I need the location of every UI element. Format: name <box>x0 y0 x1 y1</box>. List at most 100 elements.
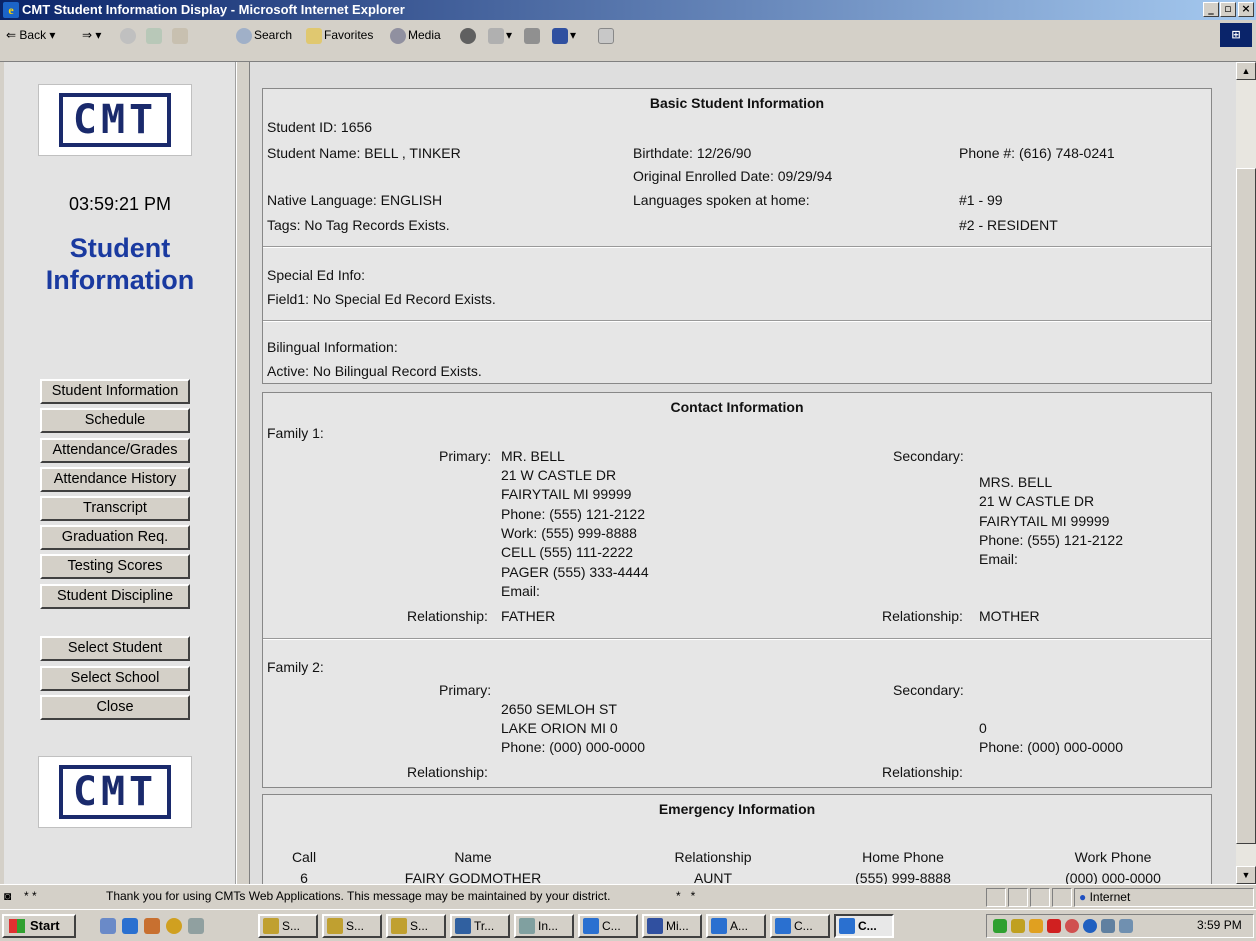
nav-testing-scores[interactable]: Testing Scores <box>40 554 190 579</box>
secondary-phone-2: Phone: (000) 000-0000 <box>979 739 1123 755</box>
phone: Phone #: (616) 748-0241 <box>959 145 1115 161</box>
secondary-label-2: Secondary: <box>893 682 964 698</box>
maximize-button[interactable]: ▫ <box>1220 2 1236 17</box>
stop-icon[interactable] <box>120 24 138 46</box>
task-button[interactable]: Mi... <box>642 914 702 938</box>
nav-graduation-req[interactable]: Graduation Req. <box>40 525 190 550</box>
cmt-logo: CMT <box>38 84 192 156</box>
task-button[interactable]: In... <box>514 914 574 938</box>
start-button[interactable]: Start <box>2 914 76 938</box>
secondary-relationship-label: Relationship: <box>882 608 963 624</box>
tags: Tags: No Tag Records Exists. <box>267 217 450 233</box>
refresh-icon[interactable] <box>146 24 164 46</box>
secondary-address: 21 W CASTLE DR <box>979 493 1095 509</box>
task-button[interactable]: C... <box>578 914 638 938</box>
windows-flag-icon <box>9 919 25 933</box>
quicklaunch-icon[interactable] <box>100 918 116 934</box>
row-work-phone: (000) 000-0000 <box>1065 870 1161 884</box>
media-player-icon[interactable] <box>166 918 182 934</box>
nav-attendance-grades[interactable]: Attendance/Grades <box>40 438 190 463</box>
secondary-label: Secondary: <box>893 448 964 464</box>
student-name: Student Name: BELL , TINKER <box>267 145 461 161</box>
browser-toolbar: ⇐ Back ▾ ⇒ ▾ Search Favorites Media ▾ ▾ … <box>0 20 1256 62</box>
primary-relationship-label: Relationship: <box>407 608 488 624</box>
contact-info-panel: Contact Information Family 1: Primary: M… <box>262 392 1212 788</box>
minimize-button[interactable]: _ <box>1203 2 1219 17</box>
window-title-bar[interactable]: e CMT Student Information Display - Micr… <box>0 0 1256 20</box>
task-button[interactable]: C... <box>770 914 830 938</box>
family-2-label: Family 2: <box>267 659 324 675</box>
vertical-scrollbar[interactable]: ▲ ▼ <box>1236 62 1256 884</box>
task-button[interactable]: S... <box>386 914 446 938</box>
nav-attendance-history[interactable]: Attendance History <box>40 467 190 492</box>
task-button[interactable]: S... <box>322 914 382 938</box>
mail-icon[interactable]: ▾ <box>488 24 512 46</box>
primary-address: 21 W CASTLE DR <box>501 467 617 483</box>
forward-arrow-icon: ⇒ ▾ <box>82 28 102 42</box>
media-icon <box>390 27 406 44</box>
frame-divider[interactable] <box>236 62 250 884</box>
scroll-down-button[interactable]: ▼ <box>1236 866 1256 884</box>
media-button[interactable]: Media <box>390 24 441 46</box>
tray-icon[interactable] <box>1011 919 1025 933</box>
discuss-icon[interactable] <box>598 24 616 46</box>
cmt-logo-bottom: CMT <box>38 756 192 828</box>
primary-city-2: LAKE ORION MI 0 <box>501 720 618 736</box>
tray-icon[interactable] <box>1047 919 1061 933</box>
back-button[interactable]: ⇐ Back ▾ <box>6 24 55 46</box>
taskbar: Start S... S... S... Tr... In... C... Mi… <box>0 909 1256 941</box>
search-button[interactable]: Search <box>236 24 292 46</box>
enrolled-date: Original Enrolled Date: 09/29/94 <box>633 168 833 184</box>
ie-quicklaunch-icon[interactable] <box>122 918 138 934</box>
status-message: Thank you for using CMTs Web Application… <box>106 889 611 903</box>
primary-label-2: Primary: <box>439 682 492 698</box>
secondary-relationship: MOTHER <box>979 608 1040 624</box>
select-school-button[interactable]: Select School <box>40 666 190 691</box>
native-language: Native Language: ENGLISH <box>267 192 443 208</box>
history-icon[interactable] <box>460 24 478 46</box>
nav-schedule[interactable]: Schedule <box>40 408 190 433</box>
tray-icon[interactable] <box>1029 919 1043 933</box>
tray-icon[interactable] <box>993 919 1007 933</box>
nav-transcript[interactable]: Transcript <box>40 496 190 521</box>
tray-icon[interactable] <box>1101 919 1115 933</box>
special-ed-label: Special Ed Info: <box>267 267 366 283</box>
secondary-city: FAIRYTAIL MI 99999 <box>979 513 1110 529</box>
tray-icon[interactable] <box>1083 919 1097 933</box>
task-button[interactable]: S... <box>258 914 318 938</box>
col-relationship: Relationship <box>674 849 752 865</box>
primary-pager: PAGER (555) 333-4444 <box>501 564 649 580</box>
col-name: Name <box>454 849 492 865</box>
primary-label: Primary: <box>439 448 492 464</box>
scroll-up-button[interactable]: ▲ <box>1236 62 1256 80</box>
main-content: Basic Student Information Student ID: 16… <box>250 62 1236 884</box>
task-button[interactable]: Tr... <box>450 914 510 938</box>
close-button[interactable]: Close <box>40 695 190 720</box>
secondary-relationship-label-2: Relationship: <box>882 764 963 780</box>
select-student-button[interactable]: Select Student <box>40 636 190 661</box>
status-segment <box>1052 888 1072 907</box>
word-icon[interactable]: ▾ <box>552 24 576 46</box>
outlook-icon[interactable] <box>144 918 160 934</box>
favorites-button[interactable]: Favorites <box>306 24 373 46</box>
print-icon[interactable] <box>524 24 542 46</box>
close-window-button[interactable]: × <box>1238 2 1254 17</box>
row-name: FAIRY GODMOTHER <box>404 870 542 884</box>
nav-student-information[interactable]: Student Information <box>40 379 190 404</box>
tray-icon[interactable] <box>1065 919 1079 933</box>
app-icon[interactable] <box>188 918 204 934</box>
task-button[interactable]: A... <box>706 914 766 938</box>
status-bar: ◙ * * Thank you for using CMTs Web Appli… <box>0 884 1256 909</box>
scroll-thumb[interactable] <box>1236 168 1256 844</box>
nav-student-discipline[interactable]: Student Discipline <box>40 584 190 609</box>
home-icon[interactable] <box>172 24 190 46</box>
taskbar-clock: 3:59 PM <box>1197 918 1242 932</box>
task-button-active[interactable]: C... <box>834 914 894 938</box>
divider <box>263 320 1211 322</box>
languages-home-label: Languages spoken at home: <box>633 192 810 208</box>
family-1-label: Family 1: <box>267 425 324 441</box>
forward-button[interactable]: ⇒ ▾ <box>82 24 101 46</box>
tray-icon[interactable] <box>1119 919 1133 933</box>
language-2: #2 - RESIDENT <box>959 217 1058 233</box>
bilingual-active: Active: No Bilingual Record Exists. <box>267 363 482 379</box>
